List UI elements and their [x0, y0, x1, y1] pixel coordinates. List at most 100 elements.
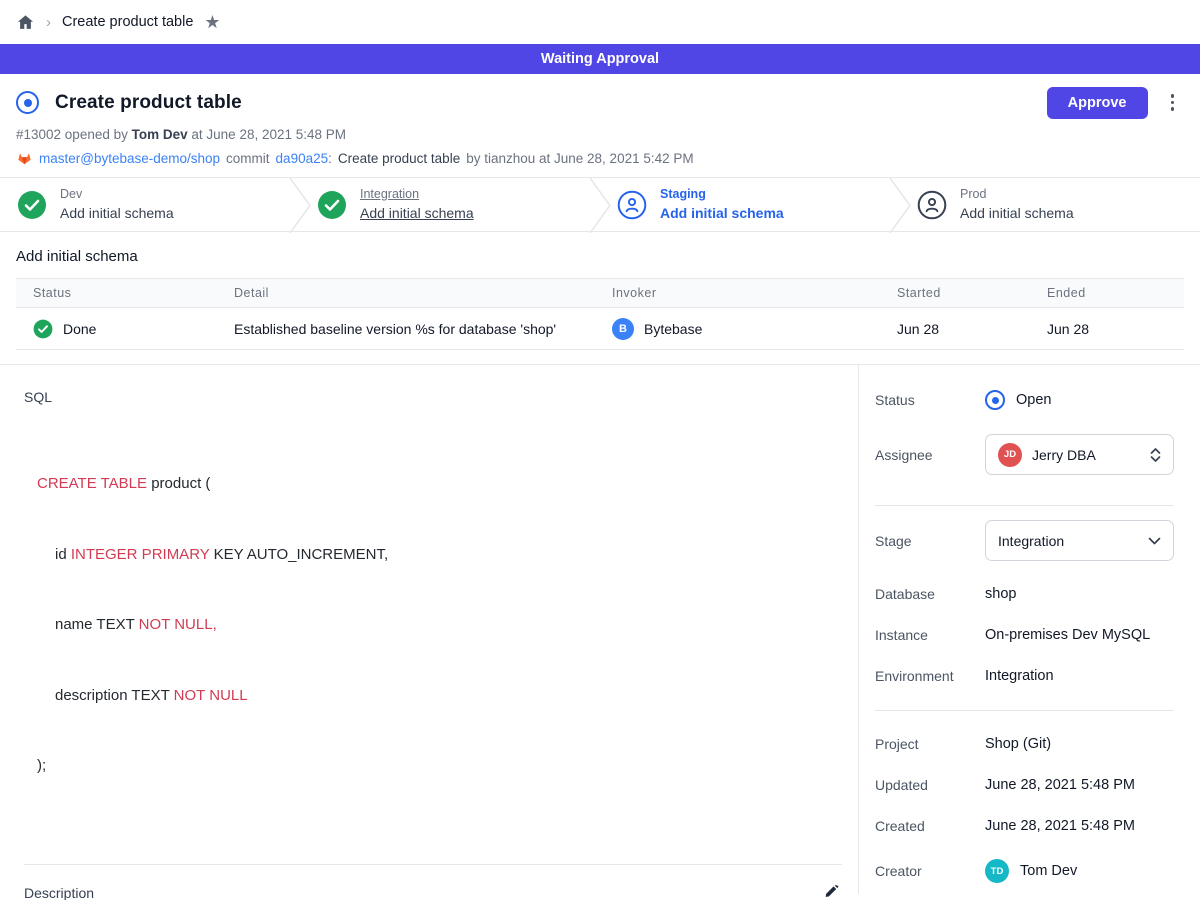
- pipeline-stage-dev[interactable]: Dev Add initial schema: [0, 178, 300, 231]
- commit-message: Create product table: [338, 151, 460, 166]
- table-row[interactable]: Done Established baseline version %s for…: [16, 308, 1184, 350]
- issue-title: Create product table: [55, 92, 242, 114]
- check-circle-icon: [317, 190, 347, 220]
- stage-task-label: Add initial schema: [60, 205, 174, 223]
- assignee-avatar: JD: [998, 443, 1022, 467]
- task-table: Status Detail Invoker Started Ended Done…: [16, 278, 1184, 350]
- commit-colon: :: [328, 151, 332, 166]
- environment-value: Integration: [985, 668, 1054, 684]
- status-label: Status: [875, 392, 985, 408]
- commit-hash-link[interactable]: da90a25: [276, 151, 329, 166]
- stage-env-label: Staging: [660, 187, 784, 203]
- pipeline-stage-integration[interactable]: Integration Add initial schema: [300, 178, 600, 231]
- task-invoker: Bytebase: [644, 321, 702, 337]
- task-status: Done: [63, 321, 96, 337]
- database-label: Database: [875, 586, 985, 602]
- gitlab-icon: [16, 150, 33, 166]
- task-started: Jun 28: [897, 321, 1047, 337]
- assignee-select[interactable]: JD Jerry DBA: [985, 434, 1174, 475]
- status-open-icon: [985, 390, 1005, 410]
- column-invoker: Invoker: [612, 286, 897, 300]
- approval-banner: Waiting Approval: [0, 44, 1200, 74]
- instance-label: Instance: [875, 627, 985, 643]
- project-value[interactable]: Shop (Git): [985, 736, 1051, 752]
- person-circle-icon: [617, 190, 647, 220]
- issue-open-icon: [16, 91, 39, 114]
- created-value: June 28, 2021 5:48 PM: [985, 818, 1135, 834]
- check-circle-icon: [33, 319, 53, 339]
- column-status: Status: [16, 286, 234, 300]
- sql-keyword: INTEGER PRIMARY: [71, 546, 210, 563]
- pipeline-stage-staging[interactable]: Staging Add initial schema: [600, 178, 900, 231]
- stage-value: Integration: [998, 533, 1064, 549]
- sql-keyword: NOT NULL: [174, 687, 248, 704]
- sql-text: name TEXT: [55, 616, 139, 633]
- pipeline-bar: Dev Add initial schema Integration Add i…: [0, 177, 1200, 232]
- stage-separator: [889, 178, 911, 233]
- stage-task-label: Add initial schema: [660, 205, 784, 223]
- person-circle-icon: [917, 190, 947, 220]
- stage-separator: [589, 178, 611, 233]
- task-heading: Add initial schema: [16, 248, 1184, 265]
- star-icon[interactable]: ★: [204, 13, 220, 31]
- breadcrumb-separator: ›: [46, 14, 51, 31]
- check-circle-icon: [17, 190, 47, 220]
- stage-separator: [289, 178, 311, 233]
- issue-meta: #13002 opened by Tom Dev at June 28, 202…: [16, 127, 1184, 142]
- task-detail: Established baseline version %s for data…: [234, 321, 612, 337]
- column-ended: Ended: [1047, 286, 1184, 300]
- breadcrumb: › Create product table ★: [0, 0, 1200, 44]
- approve-button[interactable]: Approve: [1047, 87, 1148, 119]
- stage-label: Stage: [875, 533, 985, 549]
- sql-text: id: [55, 546, 71, 563]
- assignee-value: Jerry DBA: [1032, 447, 1096, 463]
- creator-label: Creator: [875, 863, 985, 879]
- status-value: Open: [1016, 392, 1051, 408]
- stage-task-label: Add initial schema: [960, 205, 1074, 223]
- commit-author-time: by tianzhou at June 28, 2021 5:42 PM: [466, 151, 693, 166]
- sql-text: );: [37, 757, 46, 774]
- sidebar-divider: [875, 505, 1174, 506]
- updated-label: Updated: [875, 777, 985, 793]
- sql-text: description TEXT: [55, 687, 174, 704]
- issue-id-text: #13002 opened by: [16, 127, 128, 142]
- issue-sidebar: Status Open Assignee JD Jerry DBA Stage …: [858, 365, 1200, 894]
- stage-env-label: Dev: [60, 187, 174, 203]
- description-label: Description: [24, 885, 94, 900]
- up-down-selector-icon: [1150, 447, 1161, 463]
- sidebar-divider: [875, 710, 1174, 711]
- stage-env-label: Integration: [360, 187, 474, 203]
- creator-value: Tom Dev: [1020, 863, 1077, 879]
- commit-branch-link[interactable]: master@bytebase-demo/shop: [39, 151, 220, 166]
- approval-banner-text: Waiting Approval: [541, 51, 659, 67]
- pipeline-stage-prod[interactable]: Prod Add initial schema: [900, 178, 1200, 231]
- home-icon[interactable]: [16, 13, 35, 32]
- assignee-label: Assignee: [875, 447, 985, 463]
- issue-author: Tom Dev: [132, 127, 188, 142]
- column-started: Started: [897, 286, 1047, 300]
- edit-pencil-icon[interactable]: [822, 883, 842, 900]
- chevron-down-icon: [1148, 537, 1161, 545]
- instance-value[interactable]: On-premises Dev MySQL: [985, 627, 1150, 643]
- created-label: Created: [875, 818, 985, 834]
- database-value[interactable]: shop: [985, 586, 1016, 602]
- task-ended: Jun 28: [1047, 321, 1184, 337]
- sql-code-block: CREATE TABLE product ( id INTEGER PRIMAR…: [37, 425, 842, 825]
- table-header: Status Detail Invoker Started Ended: [16, 278, 1184, 308]
- section-divider: [24, 864, 842, 865]
- main-panel: SQL CREATE TABLE product ( id INTEGER PR…: [0, 365, 858, 894]
- sql-text: KEY AUTO_INCREMENT,: [209, 546, 388, 563]
- task-section: Add initial schema Status Detail Invoker…: [0, 232, 1200, 350]
- updated-value: June 28, 2021 5:48 PM: [985, 777, 1135, 793]
- breadcrumb-title[interactable]: Create product table: [62, 14, 193, 30]
- sql-text: product (: [147, 475, 210, 492]
- kebab-menu-icon[interactable]: [1167, 90, 1179, 115]
- sql-keyword: NOT NULL,: [139, 616, 217, 633]
- sql-keyword: CREATE TABLE: [37, 475, 147, 492]
- stage-env-label: Prod: [960, 187, 1074, 203]
- bytebase-avatar: B: [612, 318, 634, 340]
- column-detail: Detail: [234, 286, 612, 300]
- environment-label: Environment: [875, 668, 985, 684]
- issue-open-time: at June 28, 2021 5:48 PM: [191, 127, 346, 142]
- stage-select[interactable]: Integration: [985, 520, 1174, 561]
